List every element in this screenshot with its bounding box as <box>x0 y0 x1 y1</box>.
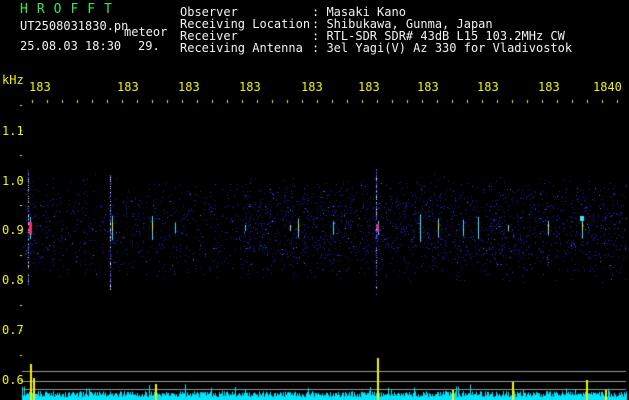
spectrogram-canvas <box>0 0 629 400</box>
x-tick-label: 183 <box>117 80 139 94</box>
datetime-label: 25.08.03 18:30 <box>20 39 122 53</box>
y-tick-label: 0.8 <box>2 273 24 287</box>
x-tick-label: 183 <box>417 80 439 94</box>
y-unit-label: kHz <box>2 73 24 87</box>
x-tick-label: 1840 <box>593 80 622 94</box>
x-tick-label: 183 <box>538 80 560 94</box>
meteor-count: 29. <box>138 39 160 53</box>
y-tick-label: 0.9 <box>2 223 24 237</box>
y-tick-label: 0.6 <box>2 373 24 387</box>
y-tick-label: 0.7 <box>2 323 24 337</box>
hrofft-window: HROFFT UT2508031830.pn meteor 25.08.03 1… <box>0 0 629 400</box>
x-tick-label: 183 <box>239 80 261 94</box>
station-title: HROFFT <box>20 2 121 17</box>
antenna-value: : 3el Yagi(V) Az 330 for Vladivostok <box>312 41 573 55</box>
x-tick-label: 183 <box>358 80 380 94</box>
filename-suffix: meteor <box>124 25 168 39</box>
x-tick-label: 183 <box>178 80 200 94</box>
filename-label: UT2508031830.pn <box>20 19 129 33</box>
antenna-label: Receiving Antenna <box>180 41 303 55</box>
y-tick-label: 1.1 <box>2 124 24 138</box>
x-tick-label: 183 <box>477 80 499 94</box>
x-tick-label: 183 <box>301 80 323 94</box>
y-tick-label: 1.0 <box>2 174 24 188</box>
x-tick-label: 183 <box>29 80 51 94</box>
